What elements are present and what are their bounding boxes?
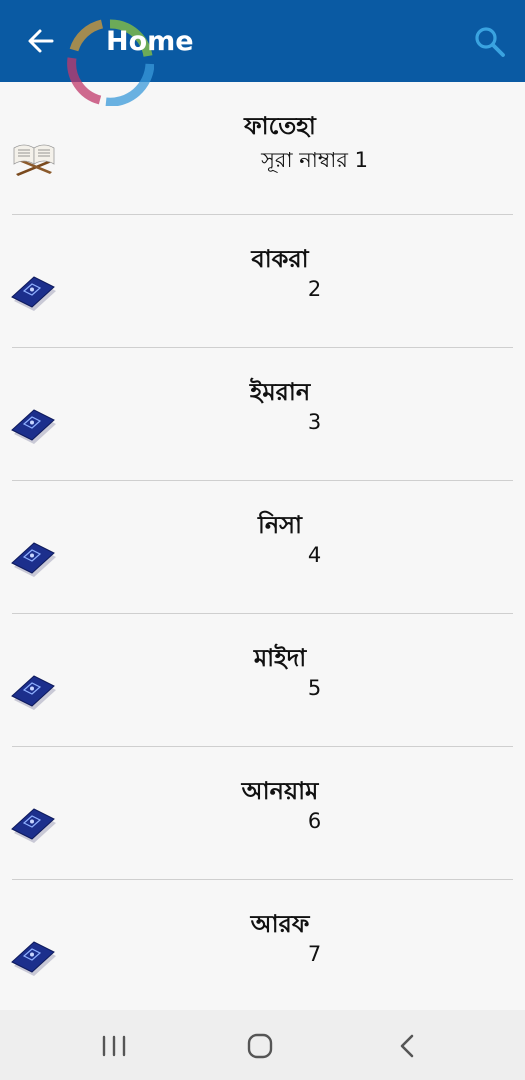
list-item[interactable]: মাইদা 5 xyxy=(0,614,525,747)
chevron-left-icon xyxy=(400,1034,414,1058)
app-bar: Home xyxy=(0,0,525,107)
recents-button[interactable] xyxy=(96,1030,132,1062)
surah-number: 6 xyxy=(0,809,525,833)
search-button[interactable] xyxy=(472,24,508,60)
surah-number-text: 4 xyxy=(307,543,322,567)
surah-name: আনয়াম xyxy=(241,777,319,805)
surah-number: সূরা নাম্বার 1 xyxy=(0,144,525,179)
surah-list: ফাতেহা সূরা নাম্বার 1 বাকরা 2 ইমরান 3 নি… xyxy=(0,82,525,1010)
page-title: Home xyxy=(106,26,194,57)
arrow-left-icon xyxy=(28,29,54,53)
home-button[interactable] xyxy=(242,1030,278,1062)
recents-icon xyxy=(102,1035,126,1057)
back-button[interactable] xyxy=(22,22,60,60)
surah-number: 3 xyxy=(0,410,525,434)
system-back-button[interactable] xyxy=(390,1030,426,1062)
surah-number: 7 xyxy=(0,942,525,966)
surah-name: ইমরান xyxy=(249,378,311,406)
surah-number-text: 6 xyxy=(307,809,322,833)
list-item[interactable]: নিসা 4 xyxy=(0,481,525,614)
surah-number-text: 7 xyxy=(307,942,322,966)
surah-name: ফাতেহা xyxy=(244,112,316,140)
surah-number: 5 xyxy=(0,676,525,700)
surah-number: 4 xyxy=(0,543,525,567)
list-item[interactable]: আরফ 7 xyxy=(0,880,525,1010)
list-item[interactable]: আনয়াম 6 xyxy=(0,747,525,880)
surah-number: 2 xyxy=(0,277,525,301)
list-item[interactable]: ফাতেহা সূরা নাম্বার 1 xyxy=(0,82,525,215)
surah-name: মাইদা xyxy=(253,644,307,672)
surah-name: বাকরা xyxy=(251,245,309,273)
list-item[interactable]: ইমরান 3 xyxy=(0,348,525,481)
surah-number-text: 5 xyxy=(307,676,322,700)
surah-name: আরফ xyxy=(250,910,310,938)
list-item[interactable]: বাকরা 2 xyxy=(0,215,525,348)
search-icon xyxy=(475,27,505,57)
home-circle-icon xyxy=(247,1033,273,1059)
surah-number-text: সূরা নাম্বার 1 xyxy=(261,148,368,172)
surah-number-text: 2 xyxy=(307,277,322,301)
surah-number-text: 3 xyxy=(307,410,322,434)
surah-name: নিসা xyxy=(257,511,302,539)
system-nav-bar xyxy=(0,1010,525,1080)
